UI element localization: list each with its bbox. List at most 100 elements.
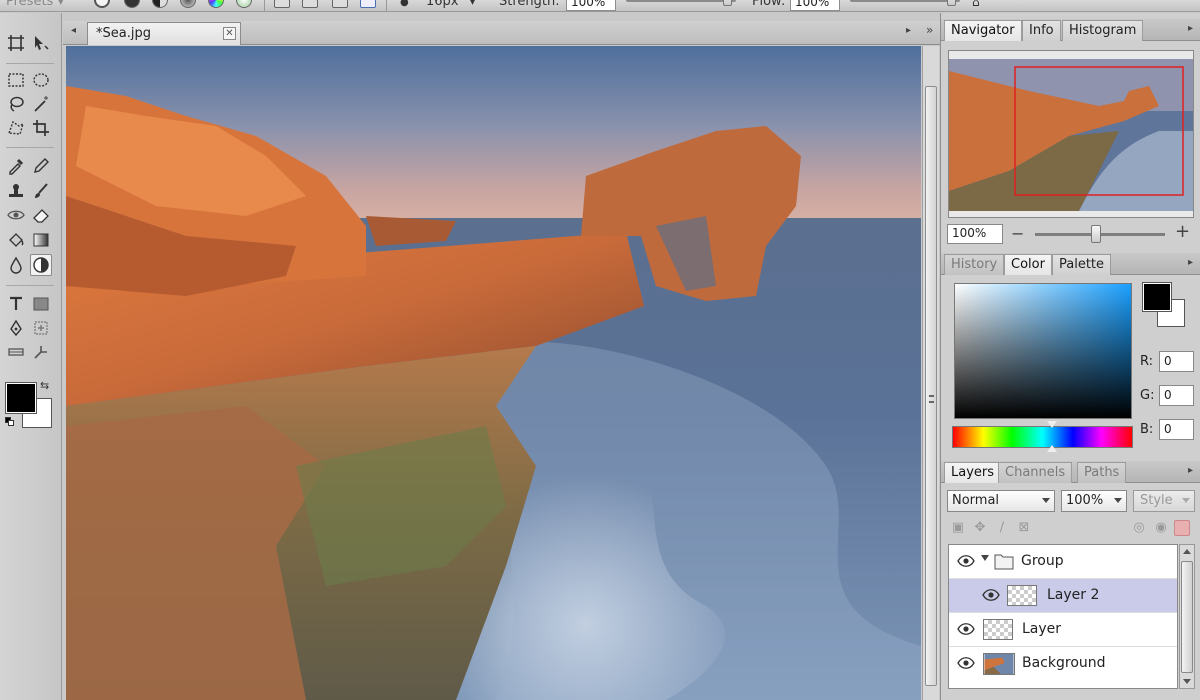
layer-row-layer-2[interactable]: Layer 2 bbox=[949, 579, 1177, 613]
navigator-preview[interactable] bbox=[948, 50, 1194, 218]
zoom-in-icon[interactable]: + bbox=[1175, 221, 1190, 242]
layers-scrollbar[interactable] bbox=[1179, 544, 1195, 689]
pencil-icon[interactable] bbox=[30, 155, 52, 177]
tab-navigator[interactable]: Navigator bbox=[944, 20, 1022, 41]
subtract-selection-icon[interactable] bbox=[332, 0, 348, 8]
gradient-tool-icon[interactable] bbox=[30, 229, 52, 251]
flow-slider[interactable] bbox=[850, 0, 960, 2]
strength-field[interactable]: 100% bbox=[566, 0, 616, 11]
navigator-zoom-slider-thumb[interactable] bbox=[1091, 225, 1101, 243]
paint-bucket-icon[interactable] bbox=[5, 229, 27, 251]
layer-mask-icon[interactable]: ◎ bbox=[1131, 520, 1147, 536]
r-field[interactable]: 0 bbox=[1159, 351, 1194, 372]
layer-row-layer[interactable]: Layer bbox=[949, 613, 1177, 647]
crop-tool-icon[interactable] bbox=[30, 117, 52, 139]
tab-history[interactable]: History bbox=[944, 254, 1005, 275]
pen-tool-icon[interactable] bbox=[5, 317, 27, 339]
eye-icon[interactable] bbox=[957, 554, 975, 568]
lock-icon[interactable]: ▣ bbox=[950, 520, 966, 536]
eye-icon[interactable] bbox=[957, 622, 975, 636]
layer-effects-icon[interactable]: ◉ bbox=[1153, 520, 1169, 536]
brush-size-dropdown-icon[interactable]: ▾ bbox=[470, 0, 475, 11]
scroll-down-icon[interactable] bbox=[1183, 679, 1191, 684]
move-tool-icon[interactable] bbox=[30, 32, 52, 54]
airbrush-icon[interactable]: ⌂ bbox=[972, 0, 980, 11]
chevron-down-icon[interactable] bbox=[981, 555, 989, 561]
magic-wand-icon[interactable] bbox=[30, 93, 52, 115]
rectangle-select-icon[interactable] bbox=[5, 69, 27, 91]
tab-scroll-right-icon[interactable]: ▸ bbox=[906, 25, 911, 36]
document-tab[interactable]: *Sea.jpg ✕ bbox=[87, 22, 241, 45]
brush-mode-color-icon[interactable] bbox=[208, 0, 224, 8]
g-field[interactable]: 0 bbox=[1159, 385, 1194, 406]
reset-colors-icon[interactable] bbox=[5, 417, 15, 427]
lock-transparency-icon[interactable]: ⊠ bbox=[1016, 520, 1032, 536]
intersect-selection-icon[interactable] bbox=[360, 0, 376, 8]
flow-field[interactable]: 100% bbox=[790, 0, 840, 11]
document-canvas[interactable] bbox=[66, 46, 921, 700]
zoom-out-icon[interactable]: − bbox=[1011, 224, 1024, 243]
scroll-up-icon[interactable] bbox=[1183, 549, 1191, 554]
new-selection-icon[interactable] bbox=[274, 0, 290, 8]
add-selection-icon[interactable] bbox=[302, 0, 318, 8]
color-saturation-field[interactable] bbox=[954, 283, 1132, 419]
eye-icon[interactable] bbox=[957, 656, 975, 670]
layer-style-select[interactable]: Style bbox=[1133, 490, 1195, 512]
tab-channels[interactable]: Channels bbox=[998, 462, 1073, 483]
stamp-icon[interactable] bbox=[5, 180, 27, 202]
brush-mode-gradient-icon[interactable] bbox=[180, 0, 196, 8]
ellipse-select-icon[interactable] bbox=[30, 69, 52, 91]
lock-paint-icon[interactable]: ∕ bbox=[994, 520, 1010, 536]
layer-row-background[interactable]: Background bbox=[949, 647, 1177, 681]
delete-layer-icon[interactable] bbox=[1174, 520, 1190, 536]
brush-mode-texture-icon[interactable] bbox=[236, 0, 252, 8]
lasso-icon[interactable] bbox=[5, 93, 27, 115]
hue-slider-thumb-top[interactable] bbox=[1047, 421, 1057, 428]
red-eye-icon[interactable] bbox=[5, 204, 27, 226]
polygon-lasso-icon[interactable] bbox=[5, 117, 27, 139]
hue-slider[interactable] bbox=[952, 426, 1133, 448]
navigator-zoom-field[interactable]: 100% bbox=[947, 224, 1003, 244]
shape-tool-icon[interactable] bbox=[30, 293, 52, 315]
eye-icon[interactable] bbox=[982, 588, 1000, 602]
panel-menu-icon[interactable]: ▸ bbox=[1188, 465, 1193, 476]
tab-info[interactable]: Info bbox=[1022, 20, 1061, 41]
panel-menu-icon[interactable]: ▸ bbox=[1188, 257, 1193, 268]
lock-position-icon[interactable]: ✥ bbox=[972, 520, 988, 536]
tab-palette[interactable]: Palette bbox=[1052, 254, 1112, 275]
strength-slider[interactable] bbox=[626, 0, 736, 2]
blur-tool-icon[interactable] bbox=[5, 254, 27, 276]
tab-color[interactable]: Color bbox=[1004, 254, 1052, 275]
hand-tool-icon[interactable] bbox=[5, 341, 27, 363]
opacity-select[interactable]: 100% bbox=[1061, 490, 1127, 512]
flow-slider-thumb[interactable] bbox=[947, 0, 956, 6]
tab-scroll-left-icon[interactable]: ◂ bbox=[71, 25, 76, 36]
layer-row-group[interactable]: Group bbox=[949, 545, 1177, 579]
tab-histogram[interactable]: Histogram bbox=[1062, 20, 1144, 41]
vertical-scrollbar[interactable] bbox=[922, 46, 939, 700]
brush-icon[interactable] bbox=[30, 180, 52, 202]
foreground-color-swatch[interactable] bbox=[5, 382, 37, 414]
text-tool-icon[interactable] bbox=[5, 293, 27, 315]
hue-slider-thumb-bottom[interactable] bbox=[1047, 445, 1057, 452]
close-icon[interactable]: ✕ bbox=[223, 27, 236, 40]
tab-paths[interactable]: Paths bbox=[1077, 462, 1127, 483]
b-field[interactable]: 0 bbox=[1159, 419, 1194, 440]
layers-scrollbar-thumb[interactable] bbox=[1181, 561, 1193, 673]
zoom-tool-icon[interactable] bbox=[30, 341, 52, 363]
panel-menu-icon[interactable]: ▸ bbox=[1188, 23, 1193, 34]
vertical-scrollbar-thumb[interactable] bbox=[925, 86, 937, 686]
brush-mode-half-icon[interactable] bbox=[152, 0, 168, 8]
color-panel-foreground-swatch[interactable] bbox=[1142, 282, 1172, 312]
dodge-tool-icon[interactable] bbox=[30, 254, 52, 276]
transform-tool-icon[interactable] bbox=[30, 317, 52, 339]
tab-menu-icon[interactable]: » bbox=[926, 23, 933, 37]
presets-dropdown[interactable]: Presets ▾ bbox=[6, 0, 64, 11]
eyedropper-icon[interactable] bbox=[5, 155, 27, 177]
brush-mode-hard-icon[interactable] bbox=[124, 0, 140, 8]
blend-mode-select[interactable]: Normal bbox=[947, 490, 1055, 512]
brush-size-value[interactable]: 16px bbox=[426, 0, 459, 11]
artboard-tool-icon[interactable] bbox=[5, 32, 27, 54]
swap-colors-icon[interactable]: ⇆ bbox=[40, 379, 49, 392]
tab-layers[interactable]: Layers bbox=[944, 462, 1002, 483]
